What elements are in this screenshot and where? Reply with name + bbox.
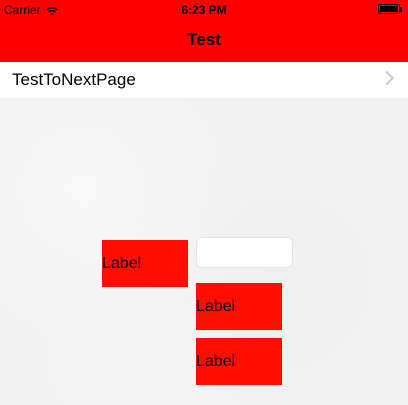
label-3: Label: [196, 338, 282, 385]
status-bar: Carrier 6:23 PM: [0, 0, 408, 20]
chevron-right-icon: [379, 70, 395, 86]
label-2: Label: [196, 283, 282, 330]
text-field[interactable]: [196, 237, 293, 268]
list-item-test-to-next-page[interactable]: TestToNextPage: [0, 62, 408, 98]
page-title: Test: [187, 30, 221, 49]
list-item-label: TestToNextPage: [12, 70, 136, 89]
navigation-bar: Carrier 6:23 PM Test: [0, 0, 408, 62]
battery-level: [380, 6, 398, 12]
label-1: Label: [102, 240, 188, 287]
battery-icon: [378, 4, 402, 14]
status-time: 6:23 PM: [181, 3, 227, 17]
